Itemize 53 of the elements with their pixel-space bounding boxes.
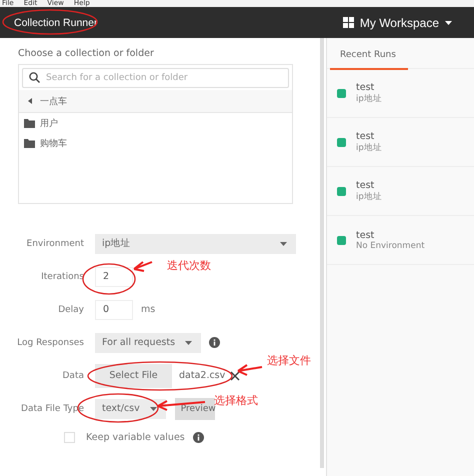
annotation-ellipse <box>82 263 136 295</box>
annotation-text: 选择格式 <box>214 393 258 407</box>
annotation-text: 迭代次数 <box>167 258 211 273</box>
arrow <box>133 261 153 272</box>
run-environment: ip地址 <box>356 142 382 154</box>
iterations-field[interactable]: 2 <box>95 266 133 286</box>
run-environment: ip地址 <box>356 92 382 104</box>
run-environment: No Environment <box>356 240 425 250</box>
run-item[interactable]: test ip地址 <box>327 69 474 118</box>
delay-field[interactable]: 0 <box>95 300 133 320</box>
search-icon <box>29 72 40 83</box>
file-type-dropdown[interactable]: text/csv <box>95 398 166 418</box>
info-icon <box>192 432 204 442</box>
caret-icon <box>280 242 287 246</box>
log-responses-dropdown[interactable]: For all requests <box>95 332 202 352</box>
select-file-button[interactable]: Select File <box>95 364 172 388</box>
field-label: Environment <box>26 238 84 250</box>
info-icon <box>209 337 220 348</box>
file-name: data2.csv <box>179 370 226 381</box>
field-label: Delay <box>57 304 84 316</box>
annotation-text: 选择文件 <box>267 353 311 368</box>
grid-icon <box>342 17 354 28</box>
close-icon <box>230 370 240 380</box>
checkbox-label: Keep variable values <box>86 432 185 442</box>
scrollbar[interactable] <box>320 38 324 468</box>
run-environment: ip地址 <box>356 190 382 202</box>
environment-dropdown[interactable]: ip地址 <box>95 234 296 254</box>
caret-icon <box>150 406 157 410</box>
run-name: test <box>356 130 376 142</box>
run-name: test <box>356 82 376 92</box>
run-name: test <box>356 230 376 240</box>
run-item[interactable]: test ip地址 <box>327 118 474 167</box>
arrow <box>237 364 263 376</box>
caret-icon <box>185 340 192 344</box>
folder-icon <box>24 138 35 148</box>
checkbox[interactable] <box>64 432 75 442</box>
field-label: Data <box>62 370 84 382</box>
unit-label: ms <box>141 304 156 315</box>
folder-item[interactable]: 用户 <box>19 113 292 133</box>
run-item[interactable]: test ip地址 <box>327 167 474 216</box>
run-name: test <box>356 180 376 190</box>
folder-icon <box>24 118 35 128</box>
caret-icon <box>445 20 452 24</box>
recent-runs-tab[interactable]: Recent Runs <box>330 39 408 70</box>
field-label: Log Responses <box>16 336 84 348</box>
preview-button[interactable]: Preview <box>174 398 215 420</box>
section-label: Choose a collection or folder <box>18 48 155 59</box>
search-field[interactable]: Search for a collection or folder <box>22 68 289 88</box>
breadcrumb[interactable]: 一点车 <box>19 90 292 113</box>
workspace-button[interactable]: My Workspace <box>342 16 452 30</box>
back-arrow-icon <box>28 98 32 104</box>
run-item[interactable]: test No Environment <box>327 216 474 265</box>
folder-item[interactable]: 购物车 <box>19 133 292 153</box>
